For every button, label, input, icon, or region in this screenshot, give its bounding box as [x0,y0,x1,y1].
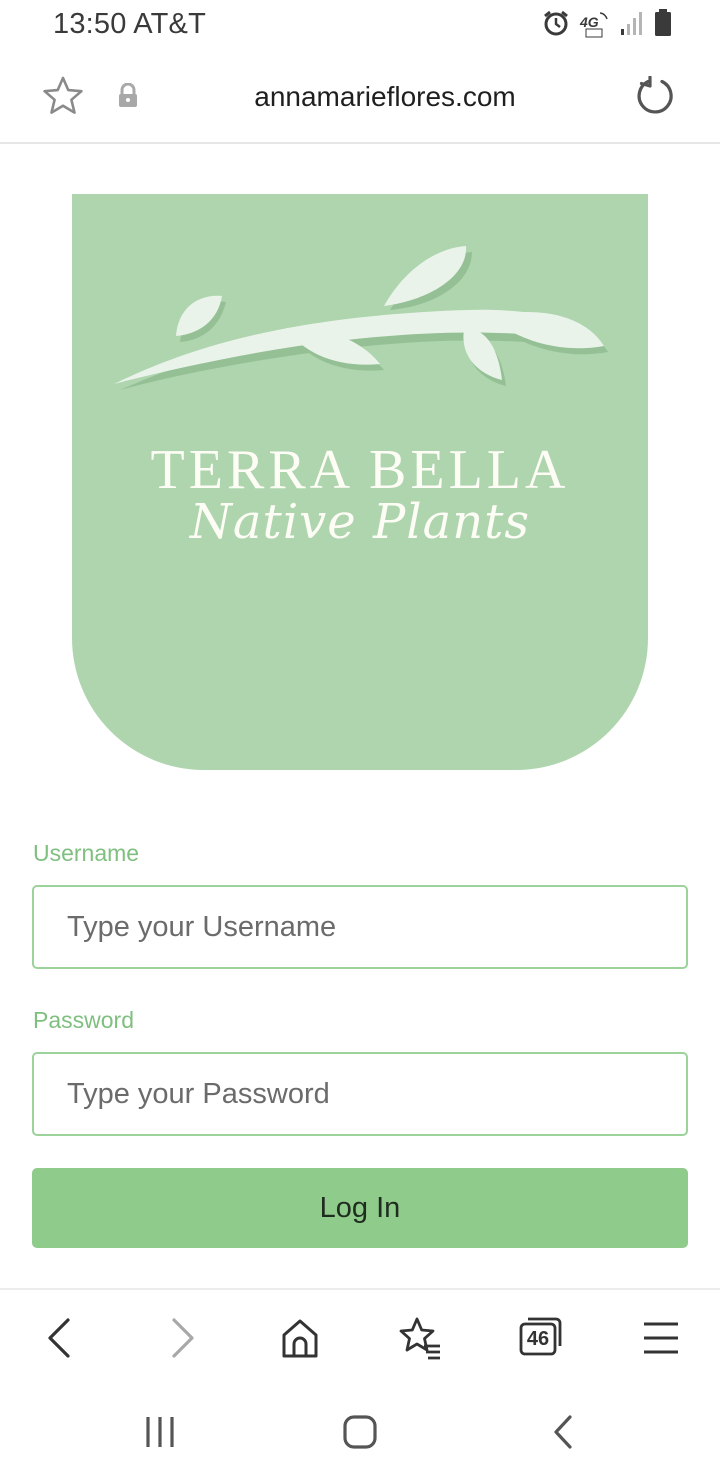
home-icon[interactable] [278,1316,322,1360]
status-time: 13:50 AT&T [53,8,206,40]
url-text: annamarieflores.com [254,81,516,112]
signal-icon [620,9,644,42]
browser-url-bar: annamarieflores.com [0,50,720,144]
brand-tagline: Native Plants [189,494,531,550]
status-icons: 4G [542,8,672,42]
battery-icon [654,8,672,42]
tabs-icon[interactable]: 46 [518,1316,564,1360]
menu-icon[interactable] [640,1316,684,1360]
4g-lte-icon: 4G [580,11,610,39]
back-icon[interactable] [38,1316,82,1360]
nav-back-icon[interactable] [546,1414,582,1455]
brand-logo: TERRA BELLA Native Plants [72,194,648,770]
password-input[interactable] [32,1052,688,1136]
url-field[interactable]: annamarieflores.com [0,81,720,113]
username-label: Username [33,840,140,866]
system-nav-bar [0,1384,720,1480]
alarm-icon [542,9,570,42]
status-bar: 13:50 AT&T 4G [0,0,720,50]
brand-name: TERRA BELLA [150,439,570,501]
login-button[interactable]: Log In [32,1168,688,1248]
username-input[interactable] [32,885,688,969]
password-label: Password [33,1007,134,1033]
forward-icon[interactable] [160,1316,204,1360]
bookmarks-icon[interactable] [398,1316,442,1360]
browser-toolbar: 46 [0,1288,720,1384]
tab-count: 46 [526,1328,550,1350]
recent-apps-icon[interactable] [142,1414,178,1455]
reload-icon[interactable] [636,75,676,121]
home-circle-icon[interactable] [342,1414,378,1455]
